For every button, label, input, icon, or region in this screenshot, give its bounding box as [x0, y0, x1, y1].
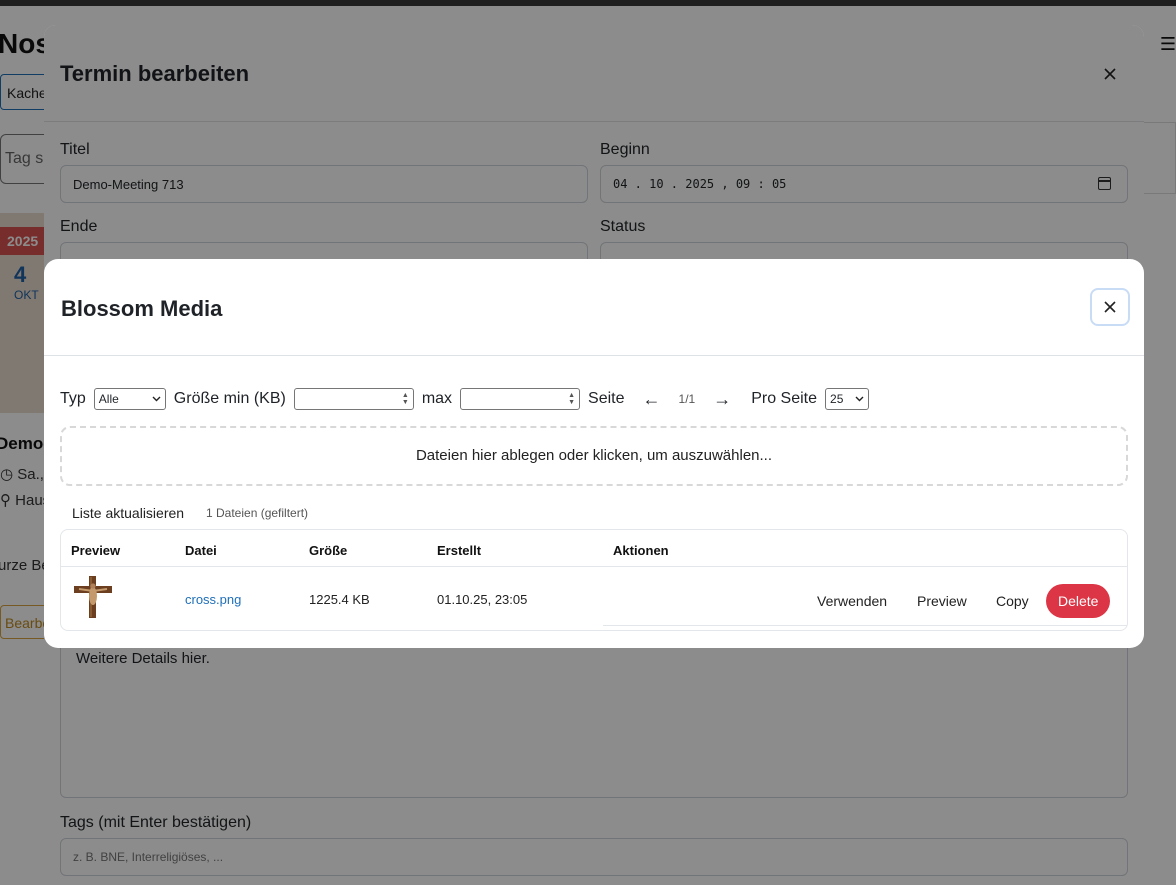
media-filter-bar: Typ Alle Größe min (KB) ▲ ▼ max ▲ ▼ Seite …: [60, 387, 870, 411]
file-name-link[interactable]: cross.png: [185, 592, 241, 607]
media-close-button[interactable]: [1090, 288, 1130, 326]
file-size: 1225.4 KB: [309, 592, 370, 607]
copy-button[interactable]: Copy: [996, 584, 1029, 618]
close-icon: [1104, 301, 1116, 313]
typ-select-value: Alle: [98, 392, 119, 406]
column-header-preview: Preview: [71, 543, 121, 558]
file-thumbnail: [74, 576, 112, 618]
size-min-input[interactable]: ▲ ▼: [293, 388, 414, 410]
size-max-label: max: [421, 390, 453, 407]
file-count: 1 Dateien (gefiltert): [206, 506, 309, 520]
refresh-list-button[interactable]: Liste aktualisieren: [72, 505, 184, 521]
typ-label: Typ: [60, 390, 86, 407]
page-indicator: 1/1: [678, 392, 696, 406]
chevron-down-icon: [152, 396, 161, 402]
media-modal-title: Blossom Media: [61, 296, 223, 321]
size-max-input[interactable]: ▲ ▼: [460, 388, 581, 410]
per-page-value: 25: [830, 392, 844, 406]
file-dropzone[interactable]: Dateien hier ablegen oder klicken, um au…: [60, 426, 1128, 486]
column-header-datei: Datei: [185, 543, 217, 558]
prev-page-button[interactable]: ←: [643, 389, 661, 410]
row-divider: [603, 625, 1127, 626]
size-min-label: Größe min (KB): [173, 390, 286, 407]
number-spinner-icon[interactable]: ▲ ▼: [402, 392, 409, 406]
chevron-down-icon: [855, 396, 864, 402]
table-header-divider: [61, 566, 1127, 567]
delete-button[interactable]: Delete: [1046, 584, 1111, 618]
use-button[interactable]: Verwenden: [817, 584, 887, 618]
column-header-aktionen: Aktionen: [613, 543, 669, 558]
next-page-button[interactable]: →: [713, 389, 731, 410]
file-created: 01.10.25, 23:05: [437, 592, 528, 607]
typ-select[interactable]: Alle: [93, 388, 166, 410]
column-header-erstellt: Erstellt: [437, 543, 482, 558]
preview-button[interactable]: Preview: [917, 584, 967, 618]
media-modal: Blossom Media Typ Alle Größe min (KB) ▲ ▼…: [44, 259, 1144, 648]
column-header-groesse: Größe: [309, 543, 348, 558]
page-label: Seite: [588, 390, 625, 407]
number-spinner-icon[interactable]: ▲ ▼: [568, 392, 575, 406]
per-page-select[interactable]: 25: [825, 388, 870, 410]
media-modal-header: Blossom Media: [44, 259, 1144, 356]
per-page-label: Pro Seite: [751, 390, 818, 407]
media-table: Preview Datei Größe Erstellt Aktionen cr…: [60, 529, 1128, 631]
